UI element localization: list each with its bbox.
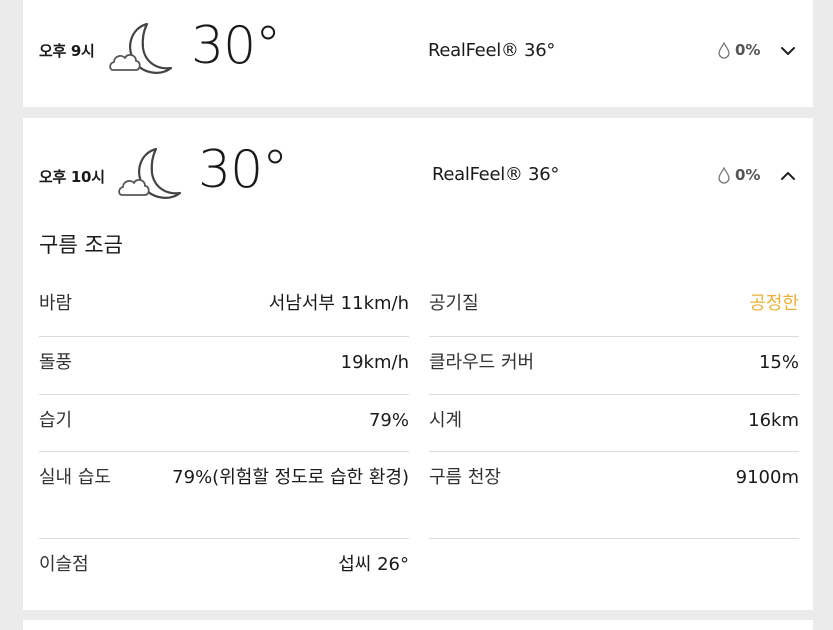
hour-temperature: 30° bbox=[191, 16, 281, 76]
detail-row-cloud-cover: 클라우드 커버 15% bbox=[429, 337, 799, 395]
hour-summary-row[interactable]: 오후 9시 30° RealFeel® 36° 0% bbox=[23, 0, 813, 100]
detail-row-air-quality: 공기질 공정한 bbox=[429, 278, 799, 337]
hourly-card-9pm[interactable]: 오후 9시 30° RealFeel® 36° 0% bbox=[23, 0, 813, 107]
detail-value: 섭씨 26° bbox=[338, 554, 409, 575]
detail-value: 공정한 bbox=[749, 293, 799, 314]
details-right-column: 공기질 공정한 클라우드 커버 15% 시계 16km 구름 천장 9100m bbox=[429, 278, 799, 539]
detail-row-wind: 바람 서남서부 11km/h bbox=[39, 278, 409, 337]
moon-cloud-icon bbox=[118, 147, 182, 199]
precip-percent: 0% bbox=[735, 41, 761, 59]
detail-row-visibility: 시계 16km bbox=[429, 395, 799, 452]
raindrop-icon bbox=[718, 166, 730, 184]
moon-cloud-icon bbox=[109, 22, 173, 74]
hour-time: 오후 9시 bbox=[39, 42, 95, 60]
detail-label: 구름 천장 bbox=[429, 467, 501, 488]
detail-label: 실내 습도 bbox=[39, 467, 111, 488]
precipitation-probability: 0% bbox=[717, 41, 760, 59]
details-left-column: 바람 서남서부 11km/h 돌풍 19km/h 습기 79% 실내 습도 79… bbox=[39, 278, 409, 597]
hour-time: 오후 10시 bbox=[39, 168, 105, 186]
detail-label: 돌풍 bbox=[39, 352, 73, 373]
detail-row-dew-point: 이슬점 섭씨 26° bbox=[39, 539, 409, 597]
detail-label: 습기 bbox=[39, 410, 73, 431]
detail-row-indoor-humidity: 실내 습도 79%(위험할 정도로 습한 환경) bbox=[39, 452, 409, 539]
detail-label: 시계 bbox=[429, 410, 463, 431]
hour-summary-row[interactable]: 오후 10시 30° RealFeel® 36° 0% bbox=[23, 118, 813, 218]
detail-row-cloud-ceiling: 구름 천장 9100m bbox=[429, 452, 799, 539]
weather-phrase: 구름 조금 bbox=[39, 233, 123, 257]
precipitation-probability: 0% bbox=[717, 166, 760, 184]
hourly-card-10pm[interactable]: 오후 10시 30° RealFeel® 36° 0% 구름 조금 바람 서남서… bbox=[23, 118, 813, 610]
hour-temperature: 30° bbox=[198, 140, 288, 200]
detail-label: 이슬점 bbox=[39, 554, 89, 575]
raindrop-icon bbox=[718, 41, 730, 59]
detail-row-humidity: 습기 79% bbox=[39, 395, 409, 452]
realfeel-temperature: RealFeel® 36° bbox=[432, 164, 560, 185]
detail-value: 16km bbox=[748, 410, 799, 431]
detail-row-gust: 돌풍 19km/h bbox=[39, 337, 409, 395]
detail-value: 9100m bbox=[735, 467, 799, 488]
detail-label: 공기질 bbox=[429, 293, 479, 314]
detail-value: 19km/h bbox=[340, 352, 409, 373]
detail-value: 서남서부 11km/h bbox=[268, 293, 409, 314]
chevron-up-icon[interactable] bbox=[779, 167, 797, 185]
detail-label: 클라우드 커버 bbox=[429, 352, 535, 373]
precip-percent: 0% bbox=[735, 166, 761, 184]
chevron-down-icon[interactable] bbox=[779, 42, 797, 60]
detail-value: 79%(위험할 정도로 습한 환경) bbox=[172, 467, 409, 488]
realfeel-temperature: RealFeel® 36° bbox=[428, 40, 556, 61]
detail-label: 바람 bbox=[39, 293, 73, 314]
detail-value: 15% bbox=[758, 352, 799, 373]
detail-value: 79% bbox=[368, 410, 409, 431]
hourly-card-next[interactable] bbox=[23, 620, 813, 630]
